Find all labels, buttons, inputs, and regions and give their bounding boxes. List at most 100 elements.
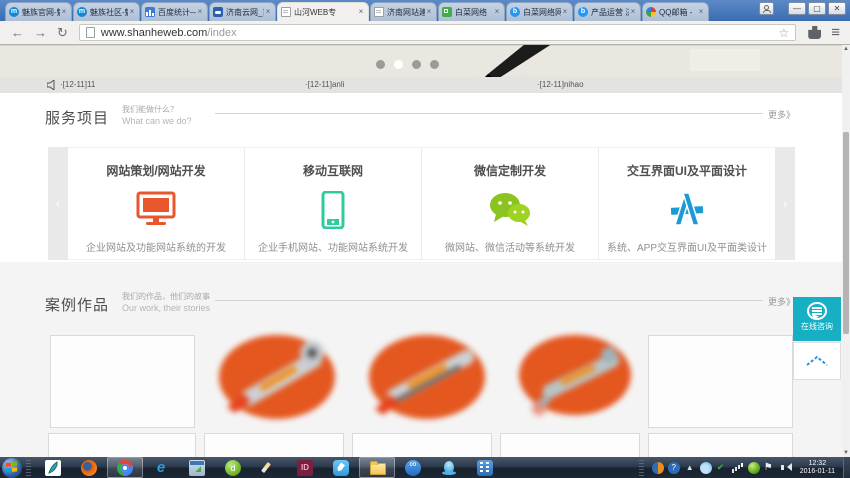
maximize-button[interactable]: ▢	[808, 2, 826, 15]
minimize-button[interactable]: —	[788, 2, 806, 15]
start-button[interactable]	[2, 458, 22, 478]
taskbar-indesign-button[interactable]: ID	[287, 457, 323, 478]
tray-action-center-flag-icon[interactable]: ⚑	[764, 462, 776, 474]
tab-close-icon[interactable]: ×	[196, 8, 204, 16]
tray-volume-icon[interactable]	[780, 462, 792, 474]
cases-more-link[interactable]: 更多》	[768, 295, 795, 308]
case-item-image[interactable]	[355, 335, 495, 428]
taskbar-system-window-button[interactable]	[179, 457, 215, 478]
case-item-image[interactable]	[205, 335, 345, 428]
taskbar-foxmail-button[interactable]	[395, 457, 431, 478]
announcement-bar: ·[12-11]11 ·[12-11]anli ·[12-11]nihao	[0, 77, 843, 93]
tab-close-icon[interactable]: ×	[425, 8, 433, 16]
tab-meizu-community[interactable]: m 魅族社区-魅 ×	[73, 2, 140, 21]
tab-baicai-site[interactable]: b 白菜网络网 ×	[506, 2, 573, 21]
tray-security-check-icon[interactable]	[716, 462, 728, 474]
taskbar-explorer-button[interactable]	[359, 457, 395, 478]
tray-network-signal-icon[interactable]	[732, 462, 744, 474]
taskbar-clock[interactable]: 12:32 2016-01-11	[800, 460, 835, 476]
address-bar[interactable]: www.shanheweb.com /index ☆	[79, 24, 796, 41]
taskbar-firefox-button[interactable]	[71, 457, 107, 478]
bookmark-star-icon[interactable]: ☆	[778, 26, 789, 40]
hero-banner[interactable]	[0, 45, 843, 77]
tab-baicai-network[interactable]: 白菜网络 ×	[438, 2, 505, 21]
tab-baidu-stats[interactable]: 百度统计— ×	[141, 2, 208, 21]
case-item-empty[interactable]	[204, 433, 344, 457]
close-button[interactable]: ✕	[828, 2, 846, 15]
tab-close-icon[interactable]: ×	[60, 8, 68, 16]
tray-grip[interactable]	[639, 460, 644, 476]
tray-cloud-icon[interactable]	[700, 462, 712, 474]
tab-shanhe-web-active[interactable]: 山河WEB专 ×	[277, 2, 369, 21]
announcement-link[interactable]: ·[12-11]anli	[305, 80, 344, 89]
cases-subtitle-en: Our work, their stories	[122, 303, 210, 313]
case-item-empty[interactable]	[352, 433, 492, 457]
card-desc: 系统、APP交互界面UI及平面类设计	[599, 239, 775, 254]
taskbar-dreamweaver-button[interactable]: d	[215, 457, 251, 478]
refresh-icon[interactable]: ↻	[57, 25, 68, 41]
scroll-up-icon[interactable]: ▲	[842, 45, 850, 53]
taskbar-video-player-button[interactable]	[467, 457, 503, 478]
tray-help-icon[interactable]: ?	[668, 462, 680, 474]
taskbar-pen-tool-button[interactable]	[251, 457, 287, 478]
carousel-dot-active[interactable]	[394, 60, 403, 69]
tab-close-icon[interactable]: ×	[629, 8, 637, 16]
tab-close-icon[interactable]: ×	[264, 8, 272, 16]
tab-close-icon[interactable]: ×	[128, 8, 136, 16]
case-item-empty[interactable]	[648, 433, 793, 457]
tab-close-icon[interactable]: ×	[697, 8, 705, 16]
service-card-wechat[interactable]: 微信定制开发 微网站、微信活动等系统开发	[422, 148, 599, 259]
services-more-link[interactable]: 更多》	[768, 108, 795, 121]
back-to-top-button[interactable]	[793, 342, 841, 380]
back-icon[interactable]: ←	[11, 25, 24, 40]
taskbar-qq-button[interactable]	[431, 457, 467, 478]
service-card-ui-design[interactable]: 交互界面UI及平面设计 系统、APP交互界面UI及平面类设计	[599, 148, 775, 259]
tab-meizu-official[interactable]: m 魅族官网-魅 ×	[5, 2, 72, 21]
page-scrollbar[interactable]: ▲ ▼	[842, 45, 850, 457]
case-item-empty[interactable]	[500, 433, 640, 457]
extension-puzzle-icon[interactable]	[808, 26, 821, 39]
taskbar-chrome-button[interactable]	[107, 457, 143, 478]
carousel-dot[interactable]	[412, 60, 421, 69]
case-item-image[interactable]	[505, 335, 645, 428]
taskbar-sqlyog-button[interactable]	[35, 457, 71, 478]
tray-hidden-icons-chevron[interactable]: ▲	[684, 462, 696, 474]
url-host: www.shanheweb.com	[101, 27, 207, 39]
taskbar-notes-button[interactable]	[323, 457, 359, 478]
carousel-dot[interactable]	[430, 60, 439, 69]
services-title: 服务项目	[45, 107, 109, 128]
scroll-down-icon[interactable]: ▼	[842, 449, 850, 457]
case-item-empty[interactable]	[648, 335, 793, 428]
show-desktop-button[interactable]	[843, 457, 850, 478]
forward-icon[interactable]: →	[34, 25, 47, 40]
scrollbar-thumb[interactable]	[843, 132, 849, 334]
menu-hamburger-icon[interactable]: ≡	[831, 24, 840, 41]
carousel-dot[interactable]	[376, 60, 385, 69]
taskbar-ie-button[interactable]: e	[143, 457, 179, 478]
carousel-right-arrow[interactable]: ›	[775, 147, 795, 260]
tray-360-icon[interactable]	[748, 462, 760, 474]
service-card-web[interactable]: 网站策划/网站开发 企业网站及功能网站系统的开发	[68, 148, 245, 259]
tab-close-icon[interactable]: ×	[493, 8, 501, 16]
taskbar-grip[interactable]	[26, 460, 31, 476]
tray-update-icon[interactable]	[652, 462, 664, 474]
qq-penguin-icon	[441, 460, 457, 476]
clock-date: 2016-01-11	[800, 468, 835, 476]
tab-close-icon[interactable]: ×	[357, 8, 365, 16]
tab-close-icon[interactable]: ×	[561, 8, 569, 16]
internet-explorer-icon: e	[153, 460, 169, 476]
tab-title: 百度统计—	[158, 7, 196, 18]
case-item-empty[interactable]	[48, 433, 196, 457]
tab-qq-mail[interactable]: QQ邮箱 - ×	[642, 2, 709, 21]
tab-jinan-website[interactable]: 济南网站建 ×	[370, 2, 437, 21]
announcement-link[interactable]: ·[12-11]nihao	[537, 80, 584, 89]
online-consult-button[interactable]: 在线咨询	[793, 297, 841, 341]
case-item-empty[interactable]	[50, 335, 195, 428]
chevron-up-icon	[804, 354, 830, 368]
carousel-left-arrow[interactable]: ‹	[48, 147, 68, 260]
tab-product-ops[interactable]: b 产品运营 济 ×	[574, 2, 641, 21]
announcement-link[interactable]: ·[12-11]11	[60, 80, 95, 89]
tab-jinan-cloud[interactable]: 济南云网_首 ×	[209, 2, 276, 21]
service-card-mobile[interactable]: 移动互联网 企业手机网站、功能网站系统开发	[245, 148, 422, 259]
profile-icon[interactable]	[759, 2, 774, 15]
